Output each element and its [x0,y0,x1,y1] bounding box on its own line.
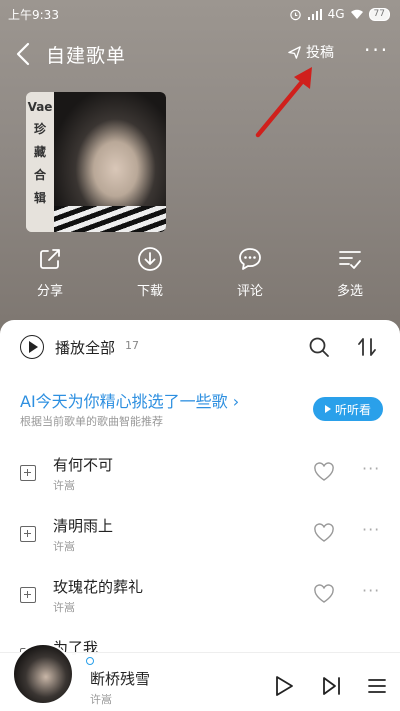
heart-icon[interactable] [313,523,335,543]
comment-icon [239,248,261,270]
annotation-arrow-icon [255,67,312,138]
share-icon [40,249,60,269]
song-title: 有何不可 [53,456,114,474]
download-label: 下载 [136,284,163,299]
sort-icon[interactable] [356,336,378,358]
play-all-button[interactable]: 播放全部 [55,337,115,358]
playlist-icon[interactable] [368,677,386,695]
share-label: 分享 [36,284,63,299]
alarm-icon [289,9,301,20]
play-icon [324,405,331,413]
search-icon[interactable] [308,336,330,358]
multi-select-label: 多选 [336,284,363,299]
song-row[interactable]: 有何不可 许嵩 ··· [0,450,400,500]
ai-recommend-title: AI今天为你精心挑选了一些歌 [20,392,228,411]
mini-player[interactable]: 断桥残雪 许嵩 [0,643,400,711]
play-all-icon[interactable] [20,335,44,359]
cover-text-2: 藏 [33,145,46,159]
song-more-icon[interactable]: ··· [362,459,380,478]
cover-text-strip: Vae 珍 藏 合 辑 [26,92,54,232]
add-icon[interactable] [20,587,36,603]
battery-indicator: 77 [368,7,390,21]
playlist-cover[interactable]: Vae 珍 藏 合 辑 [26,92,166,232]
song-count: 17 [125,339,139,352]
ai-recommend-link[interactable]: AI今天为你精心挑选了一些歌 › [20,388,239,412]
now-playing-artist: 许嵩 [90,693,112,706]
page-title: 自建歌单 [46,45,127,67]
add-icon[interactable] [20,465,36,481]
multi-select-button[interactable]: 多选 [320,246,380,299]
more-options-icon[interactable]: ··· [364,38,389,62]
comment-label: 评论 [236,284,263,299]
signal-icon [307,8,322,20]
download-button[interactable]: 下载 [120,246,180,299]
chevron-right-icon: › [227,392,240,411]
share-button[interactable]: 分享 [20,246,80,299]
song-artist: 许嵩 [53,601,75,614]
song-artist: 许嵩 [53,479,75,492]
wifi-icon [350,9,363,19]
multi-select-icon [339,251,361,269]
download-icon [138,247,162,271]
progress-indicator[interactable] [86,657,94,665]
cover-text-3: 合 [33,168,46,182]
song-more-icon[interactable]: ··· [362,581,380,600]
action-row: 分享 下载 评论 多选 [0,246,400,306]
song-more-icon[interactable]: ··· [362,520,380,539]
play-all-row: 播放全部 17 [0,332,400,364]
status-bar: 上午9:33 4G 77 [0,0,400,28]
add-icon[interactable] [20,526,36,542]
listen-button[interactable]: 听听看 [313,397,383,421]
play-icon[interactable] [274,675,294,697]
song-artist: 许嵩 [53,540,75,553]
top-bar: 自建歌单 投稿 ··· [0,32,400,76]
network-type: 4G [327,7,345,21]
ai-recommend-subtitle: 根据当前歌单的歌曲智能推荐 [20,415,163,428]
back-arrow-icon[interactable] [14,40,34,68]
cover-photo-shirt [54,206,166,232]
comment-button[interactable]: 评论 [220,246,280,299]
song-row[interactable]: 玫瑰花的葬礼 许嵩 ··· [0,572,400,622]
next-track-icon[interactable] [322,675,342,697]
song-row[interactable]: 清明雨上 许嵩 ··· [0,511,400,561]
status-time: 上午9:33 [8,7,59,22]
heart-icon[interactable] [313,462,335,482]
listen-button-label: 听听看 [334,402,371,417]
cover-text-vae: Vae [27,100,53,114]
song-title: 玫瑰花的葬礼 [53,578,144,596]
now-playing-cover[interactable] [12,643,74,705]
song-title: 清明雨上 [53,517,114,535]
cover-text-4: 辑 [33,191,46,205]
heart-icon[interactable] [313,584,335,604]
now-playing-title: 断桥残雪 [90,670,151,688]
cover-text-1: 珍 [33,122,46,136]
status-icons: 4G 77 [289,7,390,21]
